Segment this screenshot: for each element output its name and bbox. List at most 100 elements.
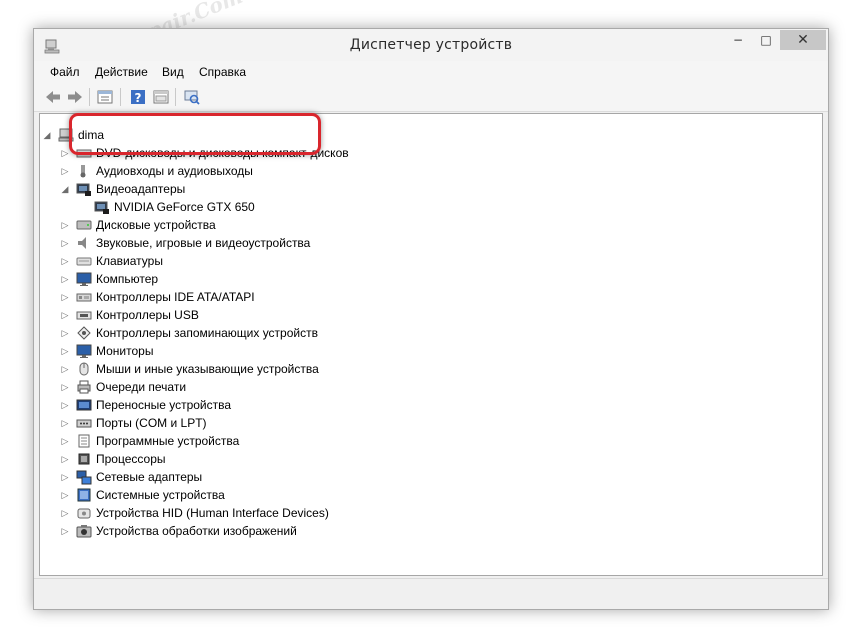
menu-action[interactable]: Действие [95,65,148,79]
device-tree-panel[interactable]: ◢ dima ▷ DVD-дисководы и дисководы компакт-… [39,113,823,576]
audio-io-icon [76,163,92,179]
expand-arrow-icon[interactable]: ▷ [60,162,70,180]
expand-arrow-icon[interactable]: ▷ [60,270,70,288]
close-button[interactable]: ✕ [780,30,826,50]
tree-category-item[interactable]: ▷ Контроллеры IDE ATA/ATAPI [40,288,780,306]
forward-icon[interactable] [66,88,84,106]
tree-category-item[interactable]: ◢ Видеоадаптеры [40,180,780,198]
view-icon[interactable] [152,88,170,106]
tree-category-item[interactable]: ▷ Очереди печати [40,378,780,396]
tree-category-item[interactable]: ▷ Процессоры [40,450,780,468]
tree-item-label: Переносные устройства [96,398,232,412]
portable-icon [76,397,92,413]
expand-arrow-icon[interactable]: ▷ [60,450,70,468]
tree-category-item[interactable]: ▷ Клавиатуры [40,252,780,270]
menu-bar: Файл Действие Вид Справка [34,61,828,83]
expand-arrow-icon[interactable]: ▷ [60,252,70,270]
keyboard-icon [76,253,92,269]
device-manager-window: Диспетчер устройств − □ ✕ Файл Действие … [33,28,829,610]
expand-arrow-icon[interactable]: ▷ [60,216,70,234]
tree-item-label: Мониторы [96,344,154,358]
tree-item-label: Дисковые устройства [96,218,216,232]
hid-icon [76,505,92,521]
minimize-button[interactable]: − [724,30,752,50]
tree-item-label: Очереди печати [96,380,187,394]
properties-icon[interactable] [96,88,114,106]
imaging-icon [76,523,92,539]
scan-hardware-icon[interactable] [183,88,201,106]
collapse-arrow-icon[interactable]: ◢ [60,180,70,198]
tree-category-item[interactable]: ▷ Контроллеры запоминающих устройств [40,324,780,342]
expand-arrow-icon[interactable]: ▷ [60,360,70,378]
sound-icon [76,235,92,251]
menu-help[interactable]: Справка [199,65,246,79]
tree-category-item[interactable]: ▷ Сетевые адаптеры [40,468,780,486]
software-device-icon [76,433,92,449]
network-icon [76,469,92,485]
system-icon [76,487,92,503]
tree-item-label: NVIDIA GeForce GTX 650 [114,200,255,214]
tree-category-item[interactable]: ▷ Устройства обработки изображений [40,522,780,540]
tree-item-label: Мыши и иные указывающие устройства [96,362,319,376]
expand-arrow-icon[interactable]: ▷ [60,432,70,450]
tree-item-label: Контроллеры запоминающих устройств [96,326,318,340]
toolbar-separator [120,88,121,106]
tree-item-label: Звуковые, игровые и видеоустройства [96,236,311,250]
svg-text:?: ? [135,91,142,105]
tree-category-item[interactable]: ▷ Переносные устройства [40,396,780,414]
maximize-button[interactable]: □ [752,30,780,50]
expand-arrow-icon[interactable]: ▷ [60,324,70,342]
expand-arrow-icon[interactable]: ▷ [60,504,70,522]
menu-view[interactable]: Вид [162,65,184,79]
tree-category-item[interactable]: ▷ Мониторы [40,342,780,360]
tree-category-item[interactable]: ▷ Порты (COM и LPT) [40,414,780,432]
expand-arrow-icon[interactable]: ▷ [60,414,70,432]
back-icon[interactable] [44,88,62,106]
tree-category-item[interactable]: ▷ Звуковые, игровые и видеоустройства [40,234,780,252]
gpu-icon [94,199,110,215]
port-icon [76,415,92,431]
window-title: Диспетчер устройств [349,37,513,53]
help-icon[interactable]: ? [129,88,147,106]
tree-item-label: Устройства HID (Human Interface Devices) [96,506,329,520]
toolbar-separator [175,88,176,106]
expand-arrow-icon[interactable]: ▷ [60,234,70,252]
expand-arrow-icon[interactable]: ▷ [60,306,70,324]
printer-icon [76,379,92,395]
tree-item-label: Контроллеры IDE ATA/ATAPI [96,290,255,304]
tree-category-item[interactable]: ▷ Дисковые устройства [40,216,780,234]
expand-arrow-icon[interactable]: ▷ [60,468,70,486]
expand-arrow-icon[interactable]: ▷ [60,342,70,360]
tree-category-item[interactable]: ▷ Контроллеры USB [40,306,780,324]
highlight-annotation [69,113,321,155]
tree-item-label: Системные устройства [96,488,225,502]
tree-item-label: Порты (COM и LPT) [96,416,207,430]
ide-icon [76,289,92,305]
tree-category-item[interactable]: ▷ Компьютер [40,270,780,288]
monitor-icon [76,343,92,359]
title-bar[interactable]: Диспетчер устройств − □ ✕ [34,29,828,61]
tree-item-label: Процессоры [96,452,166,466]
status-bar [34,578,828,609]
computer-icon [76,271,92,287]
toolbar-separator [89,88,90,106]
tree-item-label: Контроллеры USB [96,308,199,322]
tree-category-item[interactable]: ▷ Программные устройства [40,432,780,450]
tree-category-item[interactable]: ▷ Устройства HID (Human Interface Devices… [40,504,780,522]
expand-arrow-icon[interactable]: ▷ [60,396,70,414]
display-adapter-icon [76,181,92,197]
tree-category-item[interactable]: ▷ Мыши и иные указывающие устройства [40,360,780,378]
expand-arrow-icon[interactable]: ▷ [60,378,70,396]
tree-category-item[interactable]: ▷ Аудиовходы и аудиовыходы [40,162,780,180]
expand-arrow-icon[interactable]: ▷ [60,486,70,504]
usb-icon [76,307,92,323]
tree-item-label: Клавиатуры [96,254,163,268]
tree-category-item[interactable]: ▷ Системные устройства [40,486,780,504]
disk-icon [76,217,92,233]
expand-arrow-icon[interactable]: ▷ [60,288,70,306]
tree-device-item[interactable]: NVIDIA GeForce GTX 650 [40,198,780,216]
tree-item-label: Сетевые адаптеры [96,470,203,484]
expand-arrow-icon[interactable]: ▷ [60,522,70,540]
menu-file[interactable]: Файл [50,65,80,79]
collapse-arrow-icon[interactable]: ◢ [42,126,52,144]
